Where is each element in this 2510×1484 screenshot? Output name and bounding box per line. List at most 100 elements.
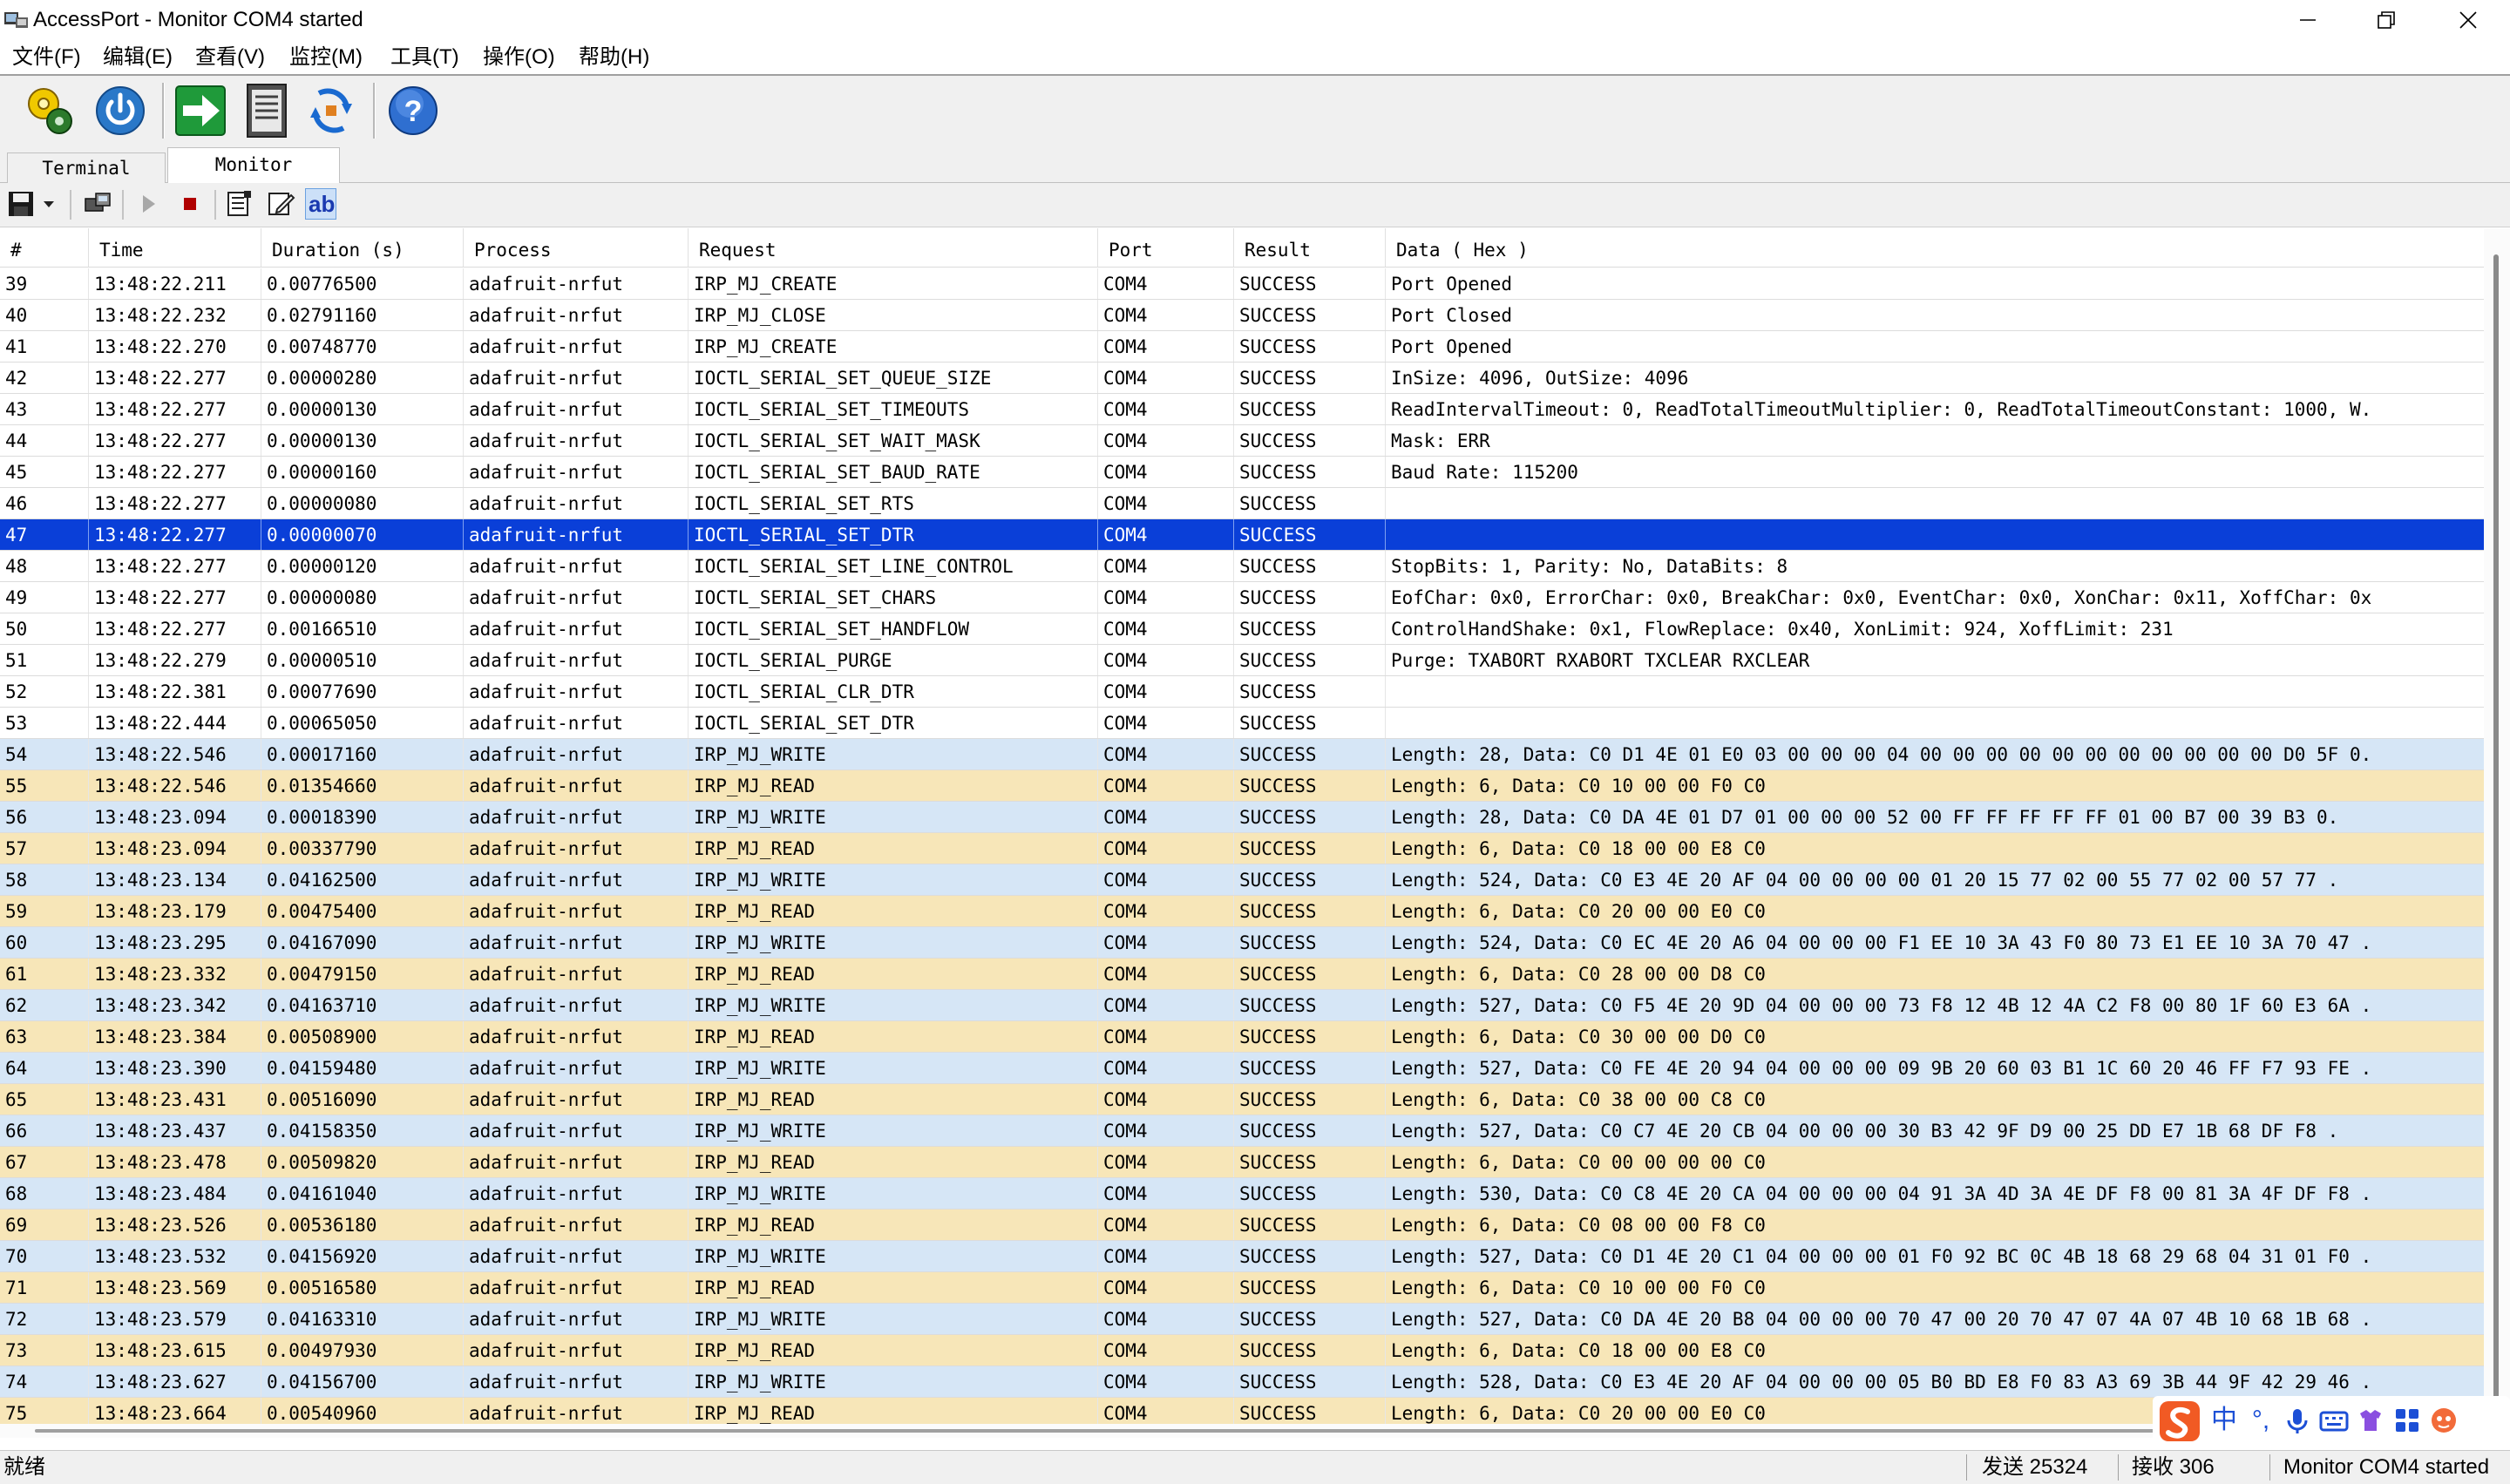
cell-request: IRP_MJ_WRITE — [689, 1178, 1098, 1209]
ime-punctuation[interactable]: °, — [2245, 1405, 2276, 1436]
table-row[interactable]: 41 13:48:22.270 0.00748770 adafruit-nrfut IR… — [0, 331, 2484, 363]
table-row[interactable]: 47 13:48:22.277 0.00000070 adafruit-nrfut IO… — [0, 519, 2484, 551]
cell-port: COM4 — [1098, 1304, 1234, 1334]
microphone-icon[interactable] — [2282, 1405, 2313, 1444]
table-row[interactable]: 70 13:48:23.532 0.04156920 adafruit-nrfut IR… — [0, 1241, 2484, 1272]
stop-button[interactable] — [174, 188, 206, 220]
log-button[interactable] — [237, 81, 296, 140]
table-row[interactable]: 58 13:48:23.134 0.04162500 adafruit-nrfut IR… — [0, 864, 2484, 896]
table-row[interactable]: 48 13:48:22.277 0.00000120 adafruit-nrfut IO… — [0, 551, 2484, 582]
table-row[interactable]: 66 13:48:23.437 0.04158350 adafruit-nrfut IR… — [0, 1115, 2484, 1147]
table-row[interactable]: 67 13:48:23.478 0.00509820 adafruit-nrfut IR… — [0, 1147, 2484, 1178]
keyboard-icon[interactable] — [2318, 1405, 2350, 1444]
port-select-button[interactable] — [82, 188, 113, 220]
menu-view[interactable]: 查看(V) — [193, 44, 267, 71]
cell-request: IOCTL_SERIAL_SET_LINE_CONTROL — [689, 551, 1098, 581]
menu-help[interactable]: 帮助(H) — [577, 44, 651, 71]
table-row[interactable]: 49 13:48:22.277 0.00000080 adafruit-nrfut IO… — [0, 582, 2484, 613]
hex-view-button[interactable] — [223, 188, 254, 220]
table-row[interactable]: 64 13:48:23.390 0.04159480 adafruit-nrfut IR… — [0, 1053, 2484, 1084]
menu-tools[interactable]: 工具(T) — [389, 44, 461, 71]
cell-duration: 0.04163710 — [261, 990, 464, 1020]
table-row[interactable]: 69 13:48:23.526 0.00536180 adafruit-nrfut IR… — [0, 1210, 2484, 1241]
table-row[interactable]: 50 13:48:22.277 0.00166510 adafruit-nrfut IO… — [0, 613, 2484, 645]
menu-edit[interactable]: 编辑(E) — [101, 44, 174, 71]
tab-monitor[interactable]: Monitor — [167, 147, 340, 184]
table-row[interactable]: 65 13:48:23.431 0.00516090 adafruit-nrfut IR… — [0, 1084, 2484, 1115]
save-button[interactable] — [5, 188, 37, 220]
cell-time: 13:48:23.332 — [89, 959, 261, 989]
help-button[interactable]: ? — [383, 81, 443, 140]
start-button[interactable] — [132, 188, 164, 220]
save-dropdown[interactable] — [38, 188, 59, 220]
cell-data: EofChar: 0x0, ErrorChar: 0x0, BreakChar:… — [1391, 587, 2372, 608]
cell-duration: 0.00000080 — [261, 582, 464, 613]
horizontal-scrollbar[interactable] — [0, 1424, 2484, 1438]
connect-settings-button[interactable] — [19, 81, 78, 140]
send-button[interactable] — [171, 81, 230, 140]
sogou-logo-icon[interactable] — [2160, 1401, 2200, 1441]
table-row[interactable]: 59 13:48:23.179 0.00475400 adafruit-nrfut IR… — [0, 896, 2484, 927]
table-row[interactable]: 61 13:48:23.332 0.00479150 adafruit-nrfut IR… — [0, 959, 2484, 990]
table-row[interactable]: 45 13:48:22.277 0.00000160 adafruit-nrfut IO… — [0, 457, 2484, 488]
column-header-request[interactable]: Request — [689, 228, 1098, 267]
minimize-button[interactable] — [2266, 0, 2350, 40]
table-row[interactable]: 60 13:48:23.295 0.04167090 adafruit-nrfut IR… — [0, 927, 2484, 959]
table-row[interactable]: 51 13:48:22.279 0.00000510 adafruit-nrfut IO… — [0, 645, 2484, 676]
table-row[interactable]: 72 13:48:23.579 0.04163310 adafruit-nrfut IR… — [0, 1304, 2484, 1335]
table-row[interactable]: 39 13:48:22.211 0.00776500 adafruit-nrfut IR… — [0, 268, 2484, 300]
cell-index: 45 — [0, 457, 89, 487]
table-row[interactable]: 44 13:48:22.277 0.00000130 adafruit-nrfut IO… — [0, 425, 2484, 457]
cell-time: 13:48:22.279 — [89, 645, 261, 675]
table-row[interactable]: 71 13:48:23.569 0.00516580 adafruit-nrfut IR… — [0, 1272, 2484, 1304]
horizontal-scroll-thumb[interactable] — [35, 1429, 2458, 1433]
cell-result: SUCCESS — [1234, 1021, 1386, 1052]
mascot-icon[interactable] — [2428, 1405, 2459, 1444]
table-row[interactable]: 57 13:48:23.094 0.00337790 adafruit-nrfut IR… — [0, 833, 2484, 864]
cell-port: COM4 — [1098, 1178, 1234, 1209]
table-row[interactable]: 52 13:48:22.381 0.00077690 adafruit-nrfut IO… — [0, 676, 2484, 708]
menu-operation[interactable]: 操作(O) — [481, 44, 557, 71]
tab-terminal[interactable]: Terminal — [7, 152, 166, 183]
cell-port: COM4 — [1098, 990, 1234, 1020]
cell-process: adafruit-nrfut — [464, 488, 689, 518]
table-row[interactable]: 63 13:48:23.384 0.00508900 adafruit-nrfut IR… — [0, 1021, 2484, 1053]
restore-button[interactable] — [2344, 0, 2428, 40]
vertical-scrollbar[interactable] — [2484, 228, 2510, 1431]
cell-request: IRP_MJ_READ — [689, 959, 1098, 989]
column-header-time[interactable]: Time — [89, 228, 261, 267]
menu-monitor[interactable]: 监控(M) — [288, 44, 364, 71]
table-row[interactable]: 74 13:48:23.627 0.04156700 adafruit-nrfut IR… — [0, 1366, 2484, 1398]
table-row[interactable]: 56 13:48:23.094 0.00018390 adafruit-nrfut IR… — [0, 802, 2484, 833]
column-header-process[interactable]: Process — [464, 228, 689, 267]
table-row[interactable]: 54 13:48:22.546 0.00017160 adafruit-nrfut IR… — [0, 739, 2484, 770]
column-header-duration[interactable]: Duration (s) — [261, 228, 464, 267]
cell-data: Length: 6, Data: C0 38 00 00 C8 C0 — [1391, 1089, 1766, 1110]
column-header-data[interactable]: Data ( Hex ) — [1386, 228, 2484, 267]
table-row[interactable]: 43 13:48:22.277 0.00000130 adafruit-nrfut IO… — [0, 394, 2484, 425]
table-row[interactable]: 53 13:48:22.444 0.00065050 adafruit-nrfut IO… — [0, 708, 2484, 739]
table-row[interactable]: 73 13:48:23.615 0.00497930 adafruit-nrfut IR… — [0, 1335, 2484, 1366]
table-row[interactable]: 40 13:48:22.232 0.02791160 adafruit-nrfut IR… — [0, 300, 2484, 331]
edit-filter-button[interactable] — [265, 188, 296, 220]
table-row[interactable]: 55 13:48:22.546 0.01354660 adafruit-nrfut IR… — [0, 770, 2484, 802]
menu-file[interactable]: 文件(F) — [10, 44, 83, 71]
vertical-scroll-thumb[interactable] — [2493, 254, 2499, 1405]
table-row[interactable]: 68 13:48:23.484 0.04161040 adafruit-nrfut IR… — [0, 1178, 2484, 1210]
ime-chinese-mode[interactable]: 中 — [2208, 1405, 2240, 1436]
close-button[interactable] — [2426, 0, 2510, 40]
toolbar-separator — [373, 83, 376, 139]
column-header-result[interactable]: Result — [1234, 228, 1386, 267]
cell-time: 13:48:23.627 — [89, 1366, 261, 1397]
skin-icon[interactable] — [2355, 1405, 2386, 1444]
apps-grid-icon[interactable] — [2391, 1405, 2423, 1444]
table-row[interactable]: 46 13:48:22.277 0.00000080 adafruit-nrfut IO… — [0, 488, 2484, 519]
text-highlight-button[interactable]: ab — [305, 188, 336, 220]
refresh-button[interactable] — [302, 81, 361, 140]
table-row[interactable]: 42 13:48:22.277 0.00000280 adafruit-nrfut IO… — [0, 363, 2484, 394]
power-button[interactable] — [91, 81, 150, 140]
column-header-index[interactable]: # — [0, 228, 89, 267]
column-header-port[interactable]: Port — [1098, 228, 1234, 267]
table-row[interactable]: 62 13:48:23.342 0.04163710 adafruit-nrfut IR… — [0, 990, 2484, 1021]
cell-result: SUCCESS — [1234, 1366, 1386, 1397]
